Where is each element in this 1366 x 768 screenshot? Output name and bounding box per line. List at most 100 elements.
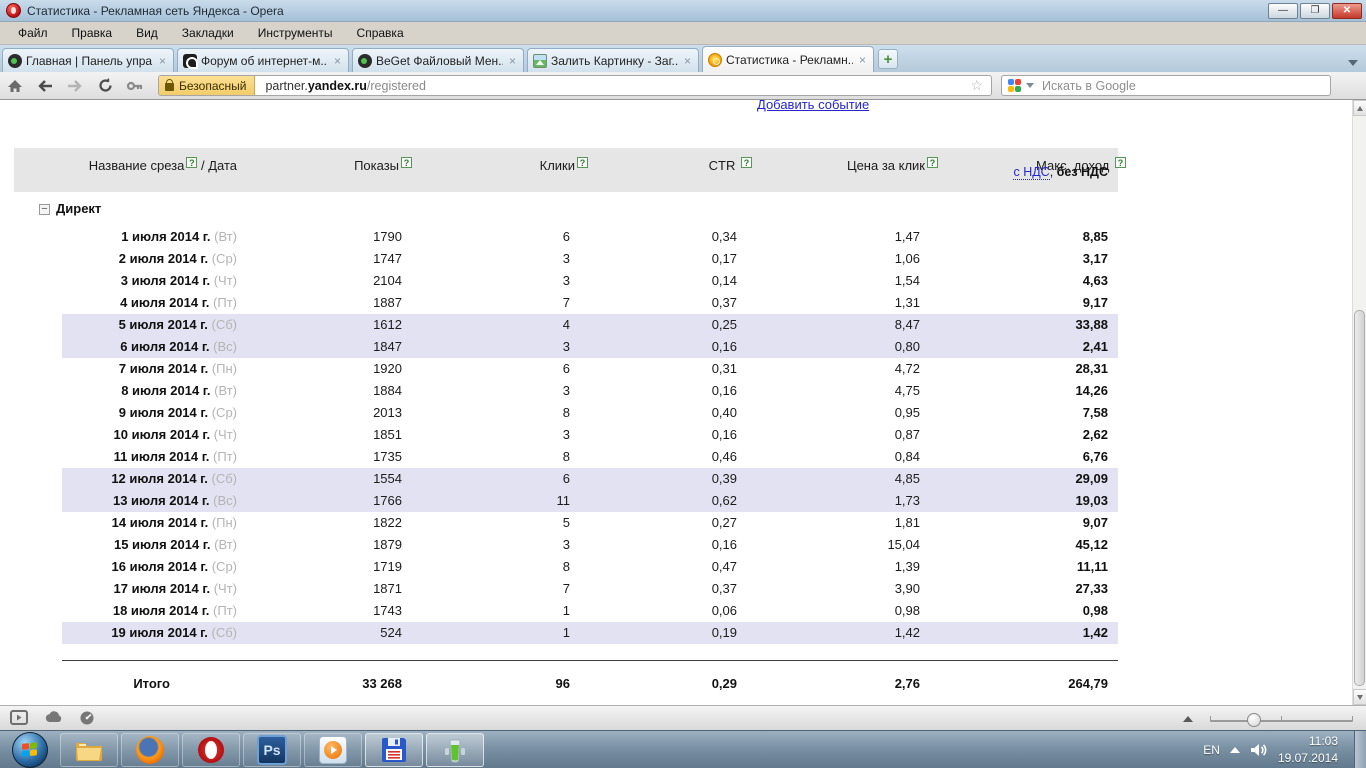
taskbar-opera-button[interactable] — [182, 733, 240, 767]
unite-cloud-button[interactable] — [44, 710, 64, 729]
scroll-down-arrow-icon[interactable] — [1353, 689, 1366, 705]
collapse-icon[interactable]: − — [39, 204, 50, 215]
tab-close-icon[interactable]: × — [857, 53, 868, 67]
tab-close-icon[interactable]: × — [682, 54, 693, 68]
menu-item-Файл[interactable]: Файл — [6, 23, 60, 43]
row-ctr-cell: 0,14 — [587, 273, 737, 288]
table-row: 12 июля 2014 г. (Сб)155460,394,8529,09 — [14, 468, 1118, 490]
browser-tab[interactable]: Форум об интернет-м...× — [177, 48, 349, 72]
help-icon[interactable]: ? — [927, 157, 938, 168]
taskbar-uploader-app-button[interactable] — [426, 733, 484, 767]
forward-button[interactable] — [60, 75, 90, 97]
group-row-direct: − Директ — [14, 201, 1118, 226]
tab-list-chevron-icon[interactable] — [1348, 60, 1358, 66]
taskbar-media-player-button[interactable] — [304, 733, 362, 767]
row-income-cell: 28,31 — [958, 361, 1108, 376]
row-shows-cell: 1612 — [252, 317, 402, 332]
forward-icon — [66, 79, 84, 93]
start-button[interactable] — [12, 732, 48, 768]
row-shows-cell: 1879 — [252, 537, 402, 552]
row-clicks-cell: 11 — [420, 493, 570, 508]
page-content: Добавить событие Название среза? / Дата … — [0, 100, 1366, 705]
browser-tab[interactable]: Главная | Панель упра...× — [2, 48, 174, 72]
browser-tab[interactable]: Залить Картинку - Заг... × — [527, 48, 699, 72]
table-row: 17 июля 2014 г. (Чт)187170,373,9027,33 — [14, 578, 1118, 600]
row-clicks-cell: 4 — [420, 317, 570, 332]
row-shows-cell: 1871 — [252, 581, 402, 596]
search-input[interactable]: Искать в Google — [1001, 75, 1331, 96]
tab-bar: Главная | Панель упра...×Форум об интерн… — [0, 45, 1366, 72]
zoom-menu-arrow-icon[interactable] — [1183, 716, 1193, 722]
minimize-button[interactable]: — — [1268, 3, 1298, 19]
security-badge-label: Безопасный — [179, 79, 246, 93]
panels-toggle-button[interactable] — [10, 710, 28, 731]
help-icon[interactable]: ? — [1115, 157, 1126, 168]
close-button[interactable]: ✕ — [1332, 3, 1362, 19]
page-scrollbar[interactable] — [1352, 100, 1366, 705]
table-row: 1 июля 2014 г. (Вт)179060,341,478,85 — [14, 226, 1118, 248]
tab-label: Залить Картинку - Заг... — [551, 54, 678, 68]
scrollbar-thumb[interactable] — [1354, 310, 1365, 686]
row-ctr-cell: 0,39 — [587, 471, 737, 486]
restore-button[interactable]: ❐ — [1300, 3, 1330, 19]
tab-close-icon[interactable]: × — [507, 54, 518, 68]
volume-icon[interactable] — [1250, 742, 1268, 758]
menu-item-Инструменты[interactable]: Инструменты — [246, 23, 345, 43]
help-icon[interactable]: ? — [186, 157, 197, 168]
row-cpc-cell: 4,85 — [770, 471, 920, 486]
tab-label: Статистика - Рекламн... — [726, 53, 853, 67]
taskbar-explorer-button[interactable] — [60, 733, 118, 767]
new-tab-button[interactable]: + — [878, 49, 898, 69]
add-event-link[interactable]: Добавить событие — [757, 100, 869, 112]
scroll-up-arrow-icon[interactable] — [1353, 100, 1366, 116]
security-badge[interactable]: Безопасный — [159, 76, 255, 95]
menu-item-Закладки[interactable]: Закладки — [170, 23, 246, 43]
tray-expand-icon[interactable] — [1230, 747, 1240, 753]
taskbar-firefox-button[interactable] — [121, 733, 179, 767]
zoom-slider[interactable] — [1210, 720, 1353, 722]
row-clicks-cell: 3 — [420, 251, 570, 266]
row-income-cell: 45,12 — [958, 537, 1108, 552]
tray-date: 19.07.2014 — [1278, 750, 1338, 766]
menu-item-Правка[interactable]: Правка — [60, 23, 125, 43]
row-date-cell: 17 июля 2014 г. (Чт) — [14, 581, 237, 596]
row-income-cell: 29,09 — [958, 471, 1108, 486]
system-tray: EN 11:03 19.07.2014 — [1203, 731, 1366, 768]
bookmark-star-icon[interactable]: ☆ — [962, 77, 991, 94]
taskbar-photoshop-button[interactable]: Ps — [243, 733, 301, 767]
table-row: 14 июля 2014 г. (Пн)182250,271,819,07 — [14, 512, 1118, 534]
search-engine-dropdown-icon[interactable] — [1026, 83, 1034, 88]
help-icon[interactable]: ? — [741, 157, 752, 168]
zoom-slider-handle[interactable] — [1247, 713, 1261, 727]
turbo-button[interactable] — [79, 710, 95, 731]
language-indicator[interactable]: EN — [1203, 743, 1220, 757]
show-desktop-button[interactable] — [1354, 731, 1366, 768]
row-ctr-cell: 0,19 — [587, 625, 737, 640]
table-row: 18 июля 2014 г. (Пт)174310,060,980,98 — [14, 600, 1118, 622]
row-date-cell: 6 июля 2014 г. (Вс) — [14, 339, 237, 354]
tab-close-icon[interactable]: × — [332, 54, 343, 68]
row-clicks-cell: 5 — [420, 515, 570, 530]
tab-close-icon[interactable]: × — [157, 54, 168, 68]
back-button[interactable] — [30, 75, 60, 97]
menu-item-Вид[interactable]: Вид — [124, 23, 170, 43]
opera-icon — [198, 737, 224, 763]
reload-button[interactable] — [90, 75, 120, 97]
search-placeholder: Искать в Google — [1042, 79, 1136, 93]
row-cpc-cell: 1,31 — [770, 295, 920, 310]
menu-item-Справка[interactable]: Справка — [345, 23, 416, 43]
tray-clock[interactable]: 11:03 19.07.2014 — [1278, 733, 1338, 765]
total-separator — [62, 660, 1118, 661]
wand-button[interactable] — [120, 75, 150, 97]
address-bar-input[interactable]: Безопасный partner.yandex.ru/registered … — [158, 75, 992, 96]
row-clicks-cell: 3 — [420, 339, 570, 354]
home-button[interactable] — [0, 75, 30, 97]
help-icon[interactable]: ? — [401, 157, 412, 168]
row-income-cell: 27,33 — [958, 581, 1108, 596]
row-shows-cell: 1790 — [252, 229, 402, 244]
row-shows-cell: 1887 — [252, 295, 402, 310]
browser-tab[interactable]: BeGet Файловый Мен...× — [352, 48, 524, 72]
taskbar-save-app-button[interactable] — [365, 733, 423, 767]
vat-with-link[interactable]: с НДС — [1013, 165, 1049, 180]
browser-tab[interactable]: Статистика - Рекламн... × — [702, 46, 874, 72]
